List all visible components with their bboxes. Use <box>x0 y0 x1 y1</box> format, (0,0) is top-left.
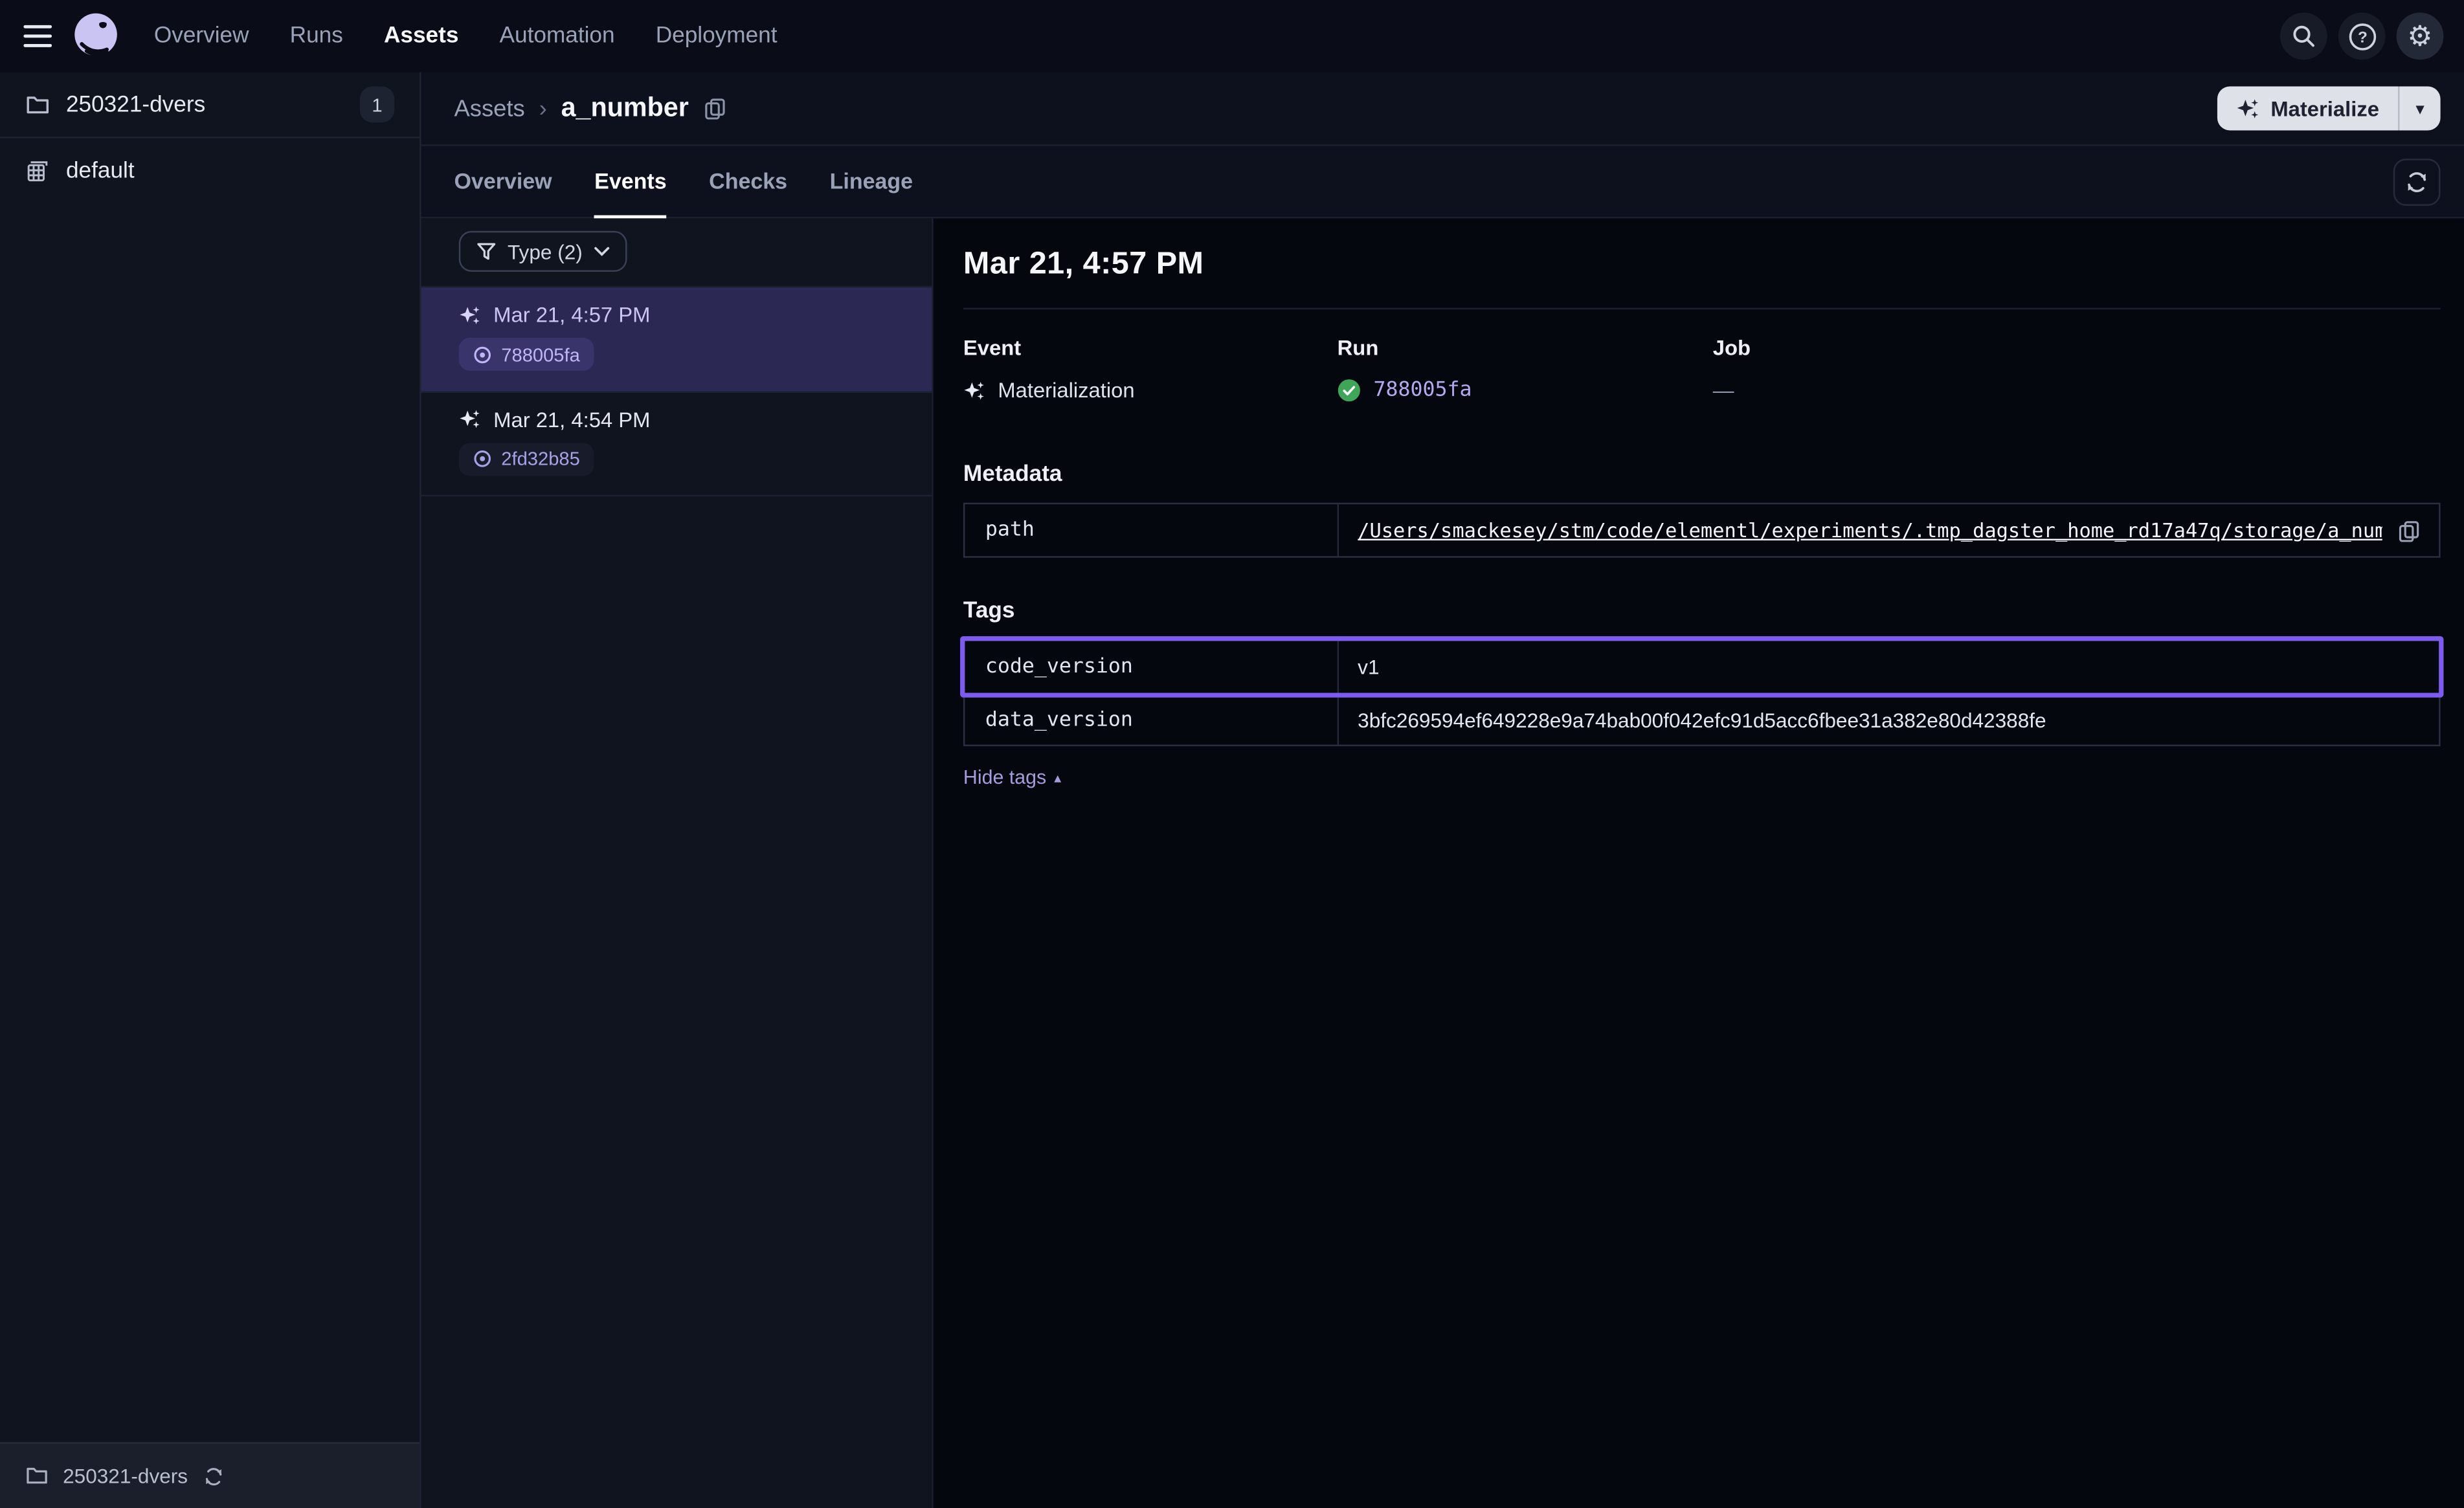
event-timestamp: Mar 21, 4:57 PM <box>493 303 650 326</box>
asset-count-badge: 1 <box>360 87 394 123</box>
event-list-item[interactable]: Mar 21, 4:54 PM 2fd32b85 <box>421 392 932 496</box>
tab-events[interactable]: Events <box>594 147 666 217</box>
menu-icon[interactable] <box>23 25 52 47</box>
tab-lineage[interactable]: Lineage <box>830 147 913 217</box>
materialize-split-button: Materialize ▾ <box>2217 87 2441 131</box>
tag-row-code-version: code_version v1 <box>965 641 2439 693</box>
event-type-value: Materialization <box>998 379 1134 402</box>
tag-value: 3bfc269594ef649228e9a74bab00f042efc91d5a… <box>1358 707 2046 731</box>
type-filter-button[interactable]: Type (2) <box>459 231 627 272</box>
tag-row-data-version: data_version 3bfc269594ef649228e9a74bab0… <box>965 693 2439 744</box>
job-column-header: Job <box>1713 336 2441 359</box>
sidebar-group-label: 250321-dvers <box>66 92 205 117</box>
nav-item-automation[interactable]: Automation <box>500 23 615 49</box>
breadcrumb-separator: › <box>539 95 547 122</box>
tags-table: code_version v1 data_version 3bfc269594e… <box>963 639 2441 746</box>
sidebar-item-group[interactable]: 250321-dvers 1 <box>0 72 420 139</box>
metadata-key: path <box>965 504 1339 556</box>
topnav-actions: ? ⚙ <box>2280 12 2443 60</box>
refresh-button[interactable] <box>2393 158 2441 205</box>
help-button[interactable]: ? <box>2338 12 2386 60</box>
asset-tabs: Overview Events Checks Lineage <box>421 146 2464 217</box>
job-value: — <box>1713 379 1734 402</box>
sidebar-default-label: default <box>66 159 135 184</box>
event-filter-bar: Type (2) <box>421 218 932 287</box>
materialize-button[interactable]: Materialize <box>2217 87 2398 131</box>
materialize-dropdown-button[interactable]: ▾ <box>2399 87 2440 131</box>
metadata-path-link[interactable]: /Users/smackesey/stm/code/elementl/exper… <box>1358 518 2382 542</box>
event-detail-panel: Mar 21, 4:57 PM Event Materi <box>934 218 2464 1508</box>
event-detail-title: Mar 21, 4:57 PM <box>963 247 2441 283</box>
run-id: 2fd32b85 <box>501 448 580 470</box>
tag-key: code_version <box>965 641 1339 693</box>
materialization-icon <box>459 304 481 326</box>
nav-item-overview[interactable]: Overview <box>154 23 249 49</box>
run-id-pill: 788005fa <box>459 338 594 371</box>
copy-icon[interactable] <box>2398 519 2420 541</box>
caret-down-icon: ▾ <box>2415 98 2424 119</box>
chevron-down-icon <box>594 247 609 256</box>
tag-key: data_version <box>965 694 1339 745</box>
breadcrumb: Assets › a_number <box>421 72 2464 146</box>
app-window: Overview Runs Assets Automation Deployme… <box>0 0 2464 1508</box>
folder-icon <box>25 92 50 117</box>
run-id-link[interactable]: 788005fa <box>1373 379 1472 402</box>
event-timestamp: Mar 21, 4:54 PM <box>493 408 650 431</box>
sidebar-item-default[interactable]: default <box>0 139 420 205</box>
run-target-icon <box>473 345 492 364</box>
event-summary-columns: Event Materialization R <box>963 336 2441 402</box>
nav-item-runs[interactable]: Runs <box>290 23 343 49</box>
metadata-heading: Metadata <box>963 462 2441 487</box>
hide-tags-link[interactable]: Hide tags ▴ <box>963 767 1061 789</box>
top-navigation-bar: Overview Runs Assets Automation Deployme… <box>0 0 2464 72</box>
hide-tags-label: Hide tags <box>963 767 1046 789</box>
page-title: a_number <box>561 93 689 124</box>
filter-icon <box>476 241 497 262</box>
run-target-icon <box>473 449 492 468</box>
primary-nav: Overview Runs Assets Automation Deployme… <box>154 23 778 49</box>
divider <box>963 308 2441 309</box>
tags-heading: Tags <box>963 599 2441 624</box>
breadcrumb-assets-link[interactable]: Assets <box>454 95 524 122</box>
run-id: 788005fa <box>501 343 580 365</box>
sidebar-footer: 250321-dvers <box>0 1442 420 1508</box>
footer-location-label: 250321-dvers <box>63 1464 188 1487</box>
metadata-table: path /Users/smackesey/stm/code/elementl/… <box>963 503 2441 558</box>
tab-overview[interactable]: Overview <box>454 147 552 217</box>
dagster-logo[interactable] <box>69 10 123 63</box>
materialization-icon <box>963 379 985 401</box>
materialize-label: Materialize <box>2270 96 2379 120</box>
settings-button[interactable]: ⚙ <box>2397 12 2444 60</box>
copy-icon[interactable] <box>704 97 726 119</box>
success-check-icon <box>1338 379 1361 402</box>
tab-checks[interactable]: Checks <box>709 147 787 217</box>
refresh-icon <box>2404 169 2430 194</box>
gear-icon: ⚙ <box>2407 22 2432 50</box>
sparkle-icon <box>2236 96 2259 120</box>
search-icon <box>2291 23 2316 49</box>
event-list-item[interactable]: Mar 21, 4:57 PM 788005fa <box>421 287 932 392</box>
materialization-icon <box>459 408 481 430</box>
search-button[interactable] <box>2280 12 2327 60</box>
run-column-header: Run <box>1338 336 1713 359</box>
folder-icon <box>25 1464 49 1487</box>
event-list-panel: Type (2) <box>421 218 934 1508</box>
metadata-row: path /Users/smackesey/stm/code/elementl/… <box>965 504 2439 556</box>
type-filter-label: Type (2) <box>508 239 583 263</box>
reload-icon[interactable] <box>202 1465 224 1487</box>
help-icon: ? <box>2347 21 2377 51</box>
asset-group-icon <box>25 159 50 184</box>
main-area: Assets › a_number <box>421 72 2464 1508</box>
tag-value: v1 <box>1358 655 1379 678</box>
asset-sidebar: 250321-dvers 1 default 250321-dvers <box>0 72 421 1508</box>
nav-item-assets[interactable]: Assets <box>384 23 458 49</box>
svg-text:?: ? <box>2357 28 2367 46</box>
run-id-pill: 2fd32b85 <box>459 442 594 475</box>
nav-item-deployment[interactable]: Deployment <box>656 23 778 49</box>
asset-header: Assets › a_number <box>421 72 2464 219</box>
event-column-header: Event <box>963 336 1338 359</box>
caret-up-icon: ▴ <box>1054 769 1061 786</box>
